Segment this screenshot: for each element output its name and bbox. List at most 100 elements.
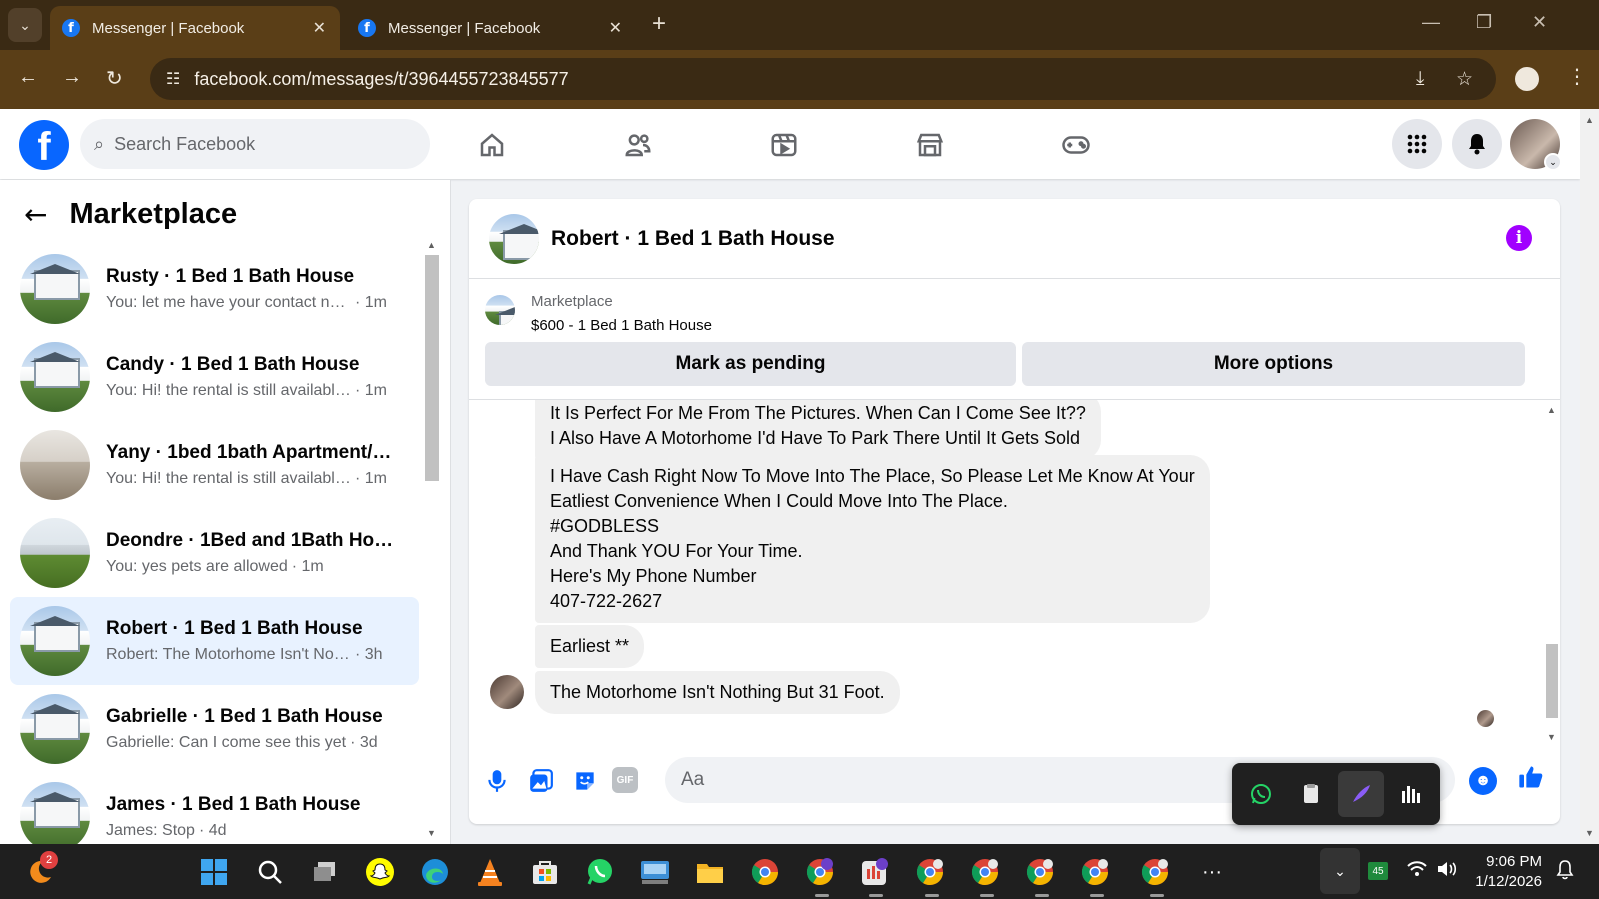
conversation-name: Deondre · 1Bed and 1Bath Hous... bbox=[106, 530, 413, 551]
message-input[interactable] bbox=[681, 769, 1181, 791]
message-thread-scrollbar[interactable]: ▲ ▼ bbox=[1543, 399, 1560, 742]
url-text[interactable]: facebook.com/messages/t/3964455723845577 bbox=[194, 69, 568, 90]
volume-icon[interactable] bbox=[1436, 860, 1458, 883]
close-tab-icon[interactable]: ✕ bbox=[609, 18, 622, 38]
chrome-profile-icon[interactable] bbox=[912, 854, 948, 890]
conversation-item[interactable]: Yany · 1bed 1bath Apartment/co... You: Hi… bbox=[10, 421, 419, 509]
chrome-profile-icon[interactable] bbox=[802, 854, 838, 890]
audio-levels-icon[interactable] bbox=[1388, 771, 1434, 817]
conversation-item[interactable]: Candy · 1 Bed 1 Bath House You: Hi! the r… bbox=[10, 333, 419, 421]
marketplace-icon[interactable] bbox=[910, 125, 950, 165]
menu-grid-icon[interactable] bbox=[1392, 119, 1442, 169]
notification-center-icon[interactable] bbox=[1556, 860, 1574, 885]
pen-feather-icon[interactable] bbox=[1338, 771, 1384, 817]
whatsapp-icon[interactable] bbox=[582, 854, 618, 890]
browser-menu-icon[interactable]: ⋮ bbox=[1567, 64, 1587, 89]
search-box[interactable]: ⌕ bbox=[80, 119, 430, 169]
microsoft-store-icon[interactable] bbox=[527, 854, 563, 890]
back-arrow-icon[interactable]: ← bbox=[24, 198, 47, 231]
thumbs-up-icon[interactable] bbox=[1517, 763, 1545, 798]
gaming-icon[interactable] bbox=[1056, 125, 1096, 165]
notifications-bell-icon[interactable] bbox=[1452, 119, 1502, 169]
system-clock[interactable]: 9:06 PM 1/12/2026 bbox=[1470, 852, 1542, 892]
more-options-button[interactable]: More options bbox=[1022, 342, 1525, 386]
home-icon[interactable] bbox=[472, 125, 512, 165]
conversation-item[interactable]: James · 1 Bed 1 Bath House James: Stop · 4… bbox=[10, 773, 419, 844]
scroll-down-icon[interactable]: ▼ bbox=[427, 828, 436, 838]
edge-browser-icon[interactable] bbox=[417, 854, 453, 890]
scroll-up-icon[interactable]: ▲ bbox=[1585, 115, 1594, 125]
scroll-up-icon[interactable]: ▲ bbox=[1547, 405, 1556, 415]
snapchat-icon[interactable] bbox=[362, 854, 398, 890]
chrome-icon[interactable] bbox=[747, 854, 783, 890]
conversation-thumbnail bbox=[20, 342, 90, 412]
search-input[interactable] bbox=[114, 133, 395, 155]
browser-tab-active[interactable]: f Messenger | Facebook ✕ bbox=[50, 6, 340, 50]
show-hidden-icons-button[interactable]: ⌄ bbox=[1320, 848, 1360, 894]
chat-avatar[interactable] bbox=[489, 213, 539, 264]
chrome-profile-icon[interactable] bbox=[967, 854, 1003, 890]
clipboard-app-icon[interactable] bbox=[1288, 771, 1334, 817]
new-tab-button[interactable]: + bbox=[652, 12, 666, 36]
conversation-list-scrollbar[interactable]: ▲ ▼ bbox=[423, 238, 441, 838]
chrome-profile-icon[interactable] bbox=[1137, 854, 1173, 890]
facebook-logo[interactable]: f bbox=[19, 120, 69, 170]
chrome-profile-icon[interactable] bbox=[1022, 854, 1058, 890]
marketplace-inbox-panel: ← Marketplace Rusty · 1 Bed 1 Bath House… bbox=[0, 180, 451, 844]
conversation-preview: You: let me have your contact nu... bbox=[106, 294, 351, 311]
keyboard-app-icon[interactable] bbox=[637, 854, 673, 890]
message-bubble[interactable]: I Have Cash Right Now To Move Into The P… bbox=[535, 455, 1210, 623]
scroll-down-icon[interactable]: ▼ bbox=[1547, 732, 1556, 742]
message-bubble[interactable]: It Is Perfect For Me From The Pictures. … bbox=[535, 400, 1101, 460]
back-icon[interactable]: ← bbox=[18, 66, 38, 89]
message-bubble[interactable]: The Motorhome Isn't Nothing But 31 Foot. bbox=[535, 671, 900, 714]
sticker-icon[interactable] bbox=[571, 767, 599, 795]
browser-tab-inactive[interactable]: f Messenger | Facebook ✕ bbox=[346, 6, 636, 50]
scroll-down-icon[interactable]: ▼ bbox=[1585, 828, 1594, 838]
chrome-profile-icon[interactable] bbox=[1077, 854, 1113, 890]
scroll-up-icon[interactable]: ▲ bbox=[427, 240, 436, 250]
install-app-icon[interactable]: ⤓ bbox=[1416, 68, 1424, 90]
scrollbar-thumb[interactable] bbox=[1546, 644, 1558, 718]
photo-attach-icon[interactable] bbox=[527, 767, 555, 795]
scrollbar-thumb[interactable] bbox=[425, 255, 439, 481]
conversation-item[interactable]: Rusty · 1 Bed 1 Bath House You: let me ha… bbox=[10, 245, 419, 333]
conversation-item[interactable]: Gabrielle · 1 Bed 1 Bath House Gabrielle:… bbox=[10, 685, 419, 773]
microphone-icon[interactable] bbox=[483, 767, 511, 795]
site-info-icon[interactable]: ☷ bbox=[166, 69, 180, 89]
file-explorer-icon[interactable] bbox=[692, 854, 728, 890]
chat-title[interactable]: Robert · 1 Bed 1 Bath House bbox=[551, 227, 835, 251]
profile-avatar[interactable]: ⌄ bbox=[1510, 119, 1562, 171]
bookmark-star-icon[interactable]: ☆ bbox=[1456, 68, 1473, 91]
start-menu-icon[interactable] bbox=[196, 854, 232, 890]
tab-search-button[interactable]: ⌄ bbox=[8, 8, 42, 42]
browser-profile-icon[interactable] bbox=[1515, 67, 1539, 91]
gif-icon[interactable]: GIF bbox=[612, 767, 638, 793]
close-tab-icon[interactable]: ✕ bbox=[313, 18, 326, 38]
tray-app-icon[interactable]: 45 bbox=[1368, 862, 1388, 880]
emoji-icon[interactable]: ☻ bbox=[1469, 767, 1497, 795]
message-bubble[interactable]: Earliest ** bbox=[535, 625, 645, 668]
search-icon[interactable] bbox=[252, 854, 288, 890]
info-icon[interactable]: i bbox=[1506, 225, 1532, 251]
page-scrollbar[interactable]: ▲ ▼ bbox=[1580, 109, 1599, 844]
reload-icon[interactable]: ↻ bbox=[106, 66, 123, 91]
address-bar[interactable]: ☷ facebook.com/messages/t/39644557238455… bbox=[150, 58, 1496, 100]
wifi-icon[interactable] bbox=[1407, 860, 1427, 883]
more-apps-icon[interactable]: ··· bbox=[1194, 854, 1230, 890]
listing-card[interactable]: Marketplace $600 - 1 Bed 1 Bath House bbox=[485, 293, 712, 334]
minimize-window-icon[interactable]: — bbox=[1422, 12, 1440, 33]
close-window-icon[interactable]: ✕ bbox=[1532, 12, 1547, 33]
restore-window-icon[interactable]: ❐ bbox=[1476, 12, 1492, 33]
friends-icon[interactable] bbox=[618, 125, 658, 165]
whatsapp-icon[interactable] bbox=[1238, 771, 1284, 817]
forward-icon[interactable]: → bbox=[62, 66, 82, 89]
sender-avatar[interactable] bbox=[490, 675, 524, 709]
conversation-item[interactable]: Deondre · 1Bed and 1Bath Hous... You: yes… bbox=[10, 509, 419, 597]
conversation-item[interactable]: Robert · 1 Bed 1 Bath House Robert: The M… bbox=[10, 597, 419, 685]
video-icon[interactable] bbox=[764, 125, 804, 165]
vlc-player-icon[interactable] bbox=[472, 854, 508, 890]
chrome-app-icon[interactable] bbox=[857, 854, 893, 890]
task-view-icon[interactable] bbox=[307, 854, 343, 890]
mark-as-pending-button[interactable]: Mark as pending bbox=[485, 342, 1016, 386]
